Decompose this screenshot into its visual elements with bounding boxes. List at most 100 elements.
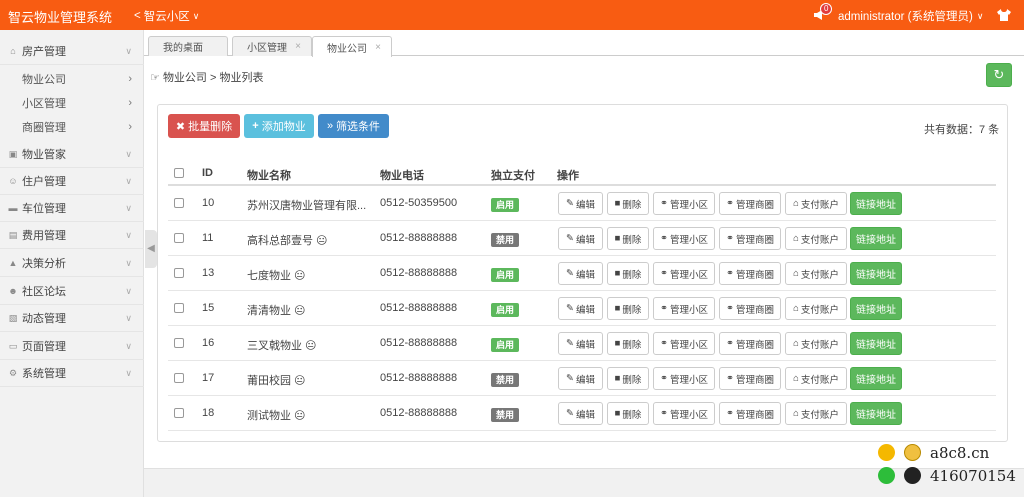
sidebar-collapse-handle[interactable]: ◀	[145, 230, 157, 268]
trash-icon: ■	[614, 198, 621, 209]
delete-button[interactable]: ■ 删除	[607, 227, 649, 250]
row-checkbox[interactable]	[174, 338, 184, 348]
button-label: 支付账户	[800, 304, 839, 316]
button-label: 管理小区	[669, 199, 708, 211]
manage-business-button[interactable]: ⚭ 管理商圈	[719, 192, 781, 215]
manage-business-button[interactable]: ⚭ 管理商圈	[719, 332, 781, 355]
pay-status-badge[interactable]: 启用	[491, 338, 519, 352]
link-address-button[interactable]: 链接地址	[850, 402, 902, 425]
cell-phone: 0512-88888888	[380, 407, 458, 419]
row-checkbox[interactable]	[174, 233, 184, 243]
sidebar-subitem-business[interactable]: 商圈管理 ›	[0, 115, 144, 139]
manage-business-button[interactable]: ⚭ 管理商圈	[719, 227, 781, 250]
bank-icon: ⌂	[793, 198, 799, 209]
edit-button[interactable]: ✎ 编辑	[558, 192, 603, 215]
sidebar-item-parking[interactable]: ▬ 车位管理 ∨	[0, 195, 144, 222]
filter-button[interactable]: » 筛选条件	[318, 114, 389, 138]
close-icon[interactable]: ×	[295, 41, 301, 52]
sidebar-subitem-community[interactable]: 小区管理 ›	[0, 91, 144, 115]
row-checkbox[interactable]	[174, 303, 184, 313]
link-icon: ⚭	[660, 373, 668, 384]
pay-status-badge[interactable]: 启用	[491, 303, 519, 317]
row-checkbox[interactable]	[174, 198, 184, 208]
edit-button[interactable]: ✎ 编辑	[558, 332, 603, 355]
refresh-button[interactable]: ↻	[986, 63, 1012, 87]
manage-business-button[interactable]: ⚭ 管理商圈	[719, 297, 781, 320]
community-switcher[interactable]: < 智云小区 ∨	[134, 8, 199, 24]
user-menu[interactable]: administrator (系统管理员) ∨	[838, 8, 983, 24]
link-address-button[interactable]: 链接地址	[850, 367, 902, 390]
button-label: 支付账户	[800, 234, 839, 246]
pay-status-badge[interactable]: 禁用	[491, 373, 519, 387]
pay-account-button[interactable]: ⌂ 支付账户	[785, 192, 847, 215]
sidebar-item-pages[interactable]: ▭ 页面管理 ∨	[0, 333, 144, 360]
sidebar-item-news[interactable]: ▧ 动态管理 ∨	[0, 305, 144, 332]
sidebar-item-fees[interactable]: ▤ 费用管理 ∨	[0, 222, 144, 249]
pay-account-button[interactable]: ⌂ 支付账户	[785, 367, 847, 390]
manage-community-button[interactable]: ⚭ 管理小区	[653, 402, 715, 425]
batch-delete-button[interactable]: ✖ 批量删除	[168, 114, 240, 138]
edit-button[interactable]: ✎ 编辑	[558, 227, 603, 250]
close-icon[interactable]: ×	[375, 42, 381, 53]
header-name: 物业名称	[247, 170, 291, 182]
sidebar-item-system[interactable]: ⚙ 系统管理 ∨	[0, 360, 144, 387]
pay-account-button[interactable]: ⌂ 支付账户	[785, 227, 847, 250]
edit-button[interactable]: ✎ 编辑	[558, 367, 603, 390]
manage-community-button[interactable]: ⚭ 管理小区	[653, 192, 715, 215]
manage-community-button[interactable]: ⚭ 管理小区	[653, 227, 715, 250]
manage-community-button[interactable]: ⚭ 管理小区	[653, 367, 715, 390]
sidebar-item-residents[interactable]: ☺ 住户管理 ∨	[0, 168, 144, 195]
pay-account-button[interactable]: ⌂ 支付账户	[785, 297, 847, 320]
header-ops: 操作	[557, 170, 579, 182]
tab-property-company[interactable]: 物业公司 ×	[312, 36, 392, 57]
delete-button[interactable]: ■ 删除	[607, 402, 649, 425]
manage-business-button[interactable]: ⚭ 管理商圈	[719, 402, 781, 425]
link-address-button[interactable]: 链接地址	[850, 192, 902, 215]
chevron-down-icon: ∨	[976, 10, 984, 21]
delete-button[interactable]: ■ 删除	[607, 192, 649, 215]
button-label: 链接地址	[856, 200, 896, 211]
row-checkbox[interactable]	[174, 373, 184, 383]
sidebar-item-butler[interactable]: ▣ 物业管家 ∨	[0, 141, 144, 168]
edit-button[interactable]: ✎ 编辑	[558, 297, 603, 320]
delete-button[interactable]: ■ 删除	[607, 297, 649, 320]
delete-button[interactable]: ■ 删除	[607, 367, 649, 390]
manage-community-button[interactable]: ⚭ 管理小区	[653, 332, 715, 355]
link-address-button[interactable]: 链接地址	[850, 227, 902, 250]
pay-status-badge[interactable]: 启用	[491, 268, 519, 282]
add-property-button[interactable]: + 添加物业	[244, 114, 314, 138]
cell-phone: 0512-88888888	[380, 302, 458, 314]
cell-id: 16	[202, 337, 215, 349]
tab-desktop[interactable]: 我的桌面	[148, 36, 228, 56]
button-label: 编辑	[575, 339, 595, 351]
sidebar-item-forum[interactable]: ☻ 社区论坛 ∨	[0, 278, 144, 305]
delete-button[interactable]: ■ 删除	[607, 332, 649, 355]
link-address-button[interactable]: 链接地址	[850, 262, 902, 285]
pay-status-badge[interactable]: 禁用	[491, 408, 519, 422]
tab-community[interactable]: 小区管理 ×	[232, 36, 312, 56]
pay-status-badge[interactable]: 禁用	[491, 233, 519, 247]
row-checkbox[interactable]	[174, 408, 184, 418]
button-label: 管理小区	[669, 269, 708, 281]
sidebar-subitem-property-company[interactable]: 物业公司 ›	[0, 67, 144, 91]
manage-business-button[interactable]: ⚭ 管理商圈	[719, 367, 781, 390]
delete-button[interactable]: ■ 删除	[607, 262, 649, 285]
pay-account-button[interactable]: ⌂ 支付账户	[785, 332, 847, 355]
edit-button[interactable]: ✎ 编辑	[558, 402, 603, 425]
select-all-checkbox[interactable]	[174, 168, 184, 178]
manage-community-button[interactable]: ⚭ 管理小区	[653, 297, 715, 320]
skin-icon[interactable]	[997, 9, 1011, 21]
edit-button[interactable]: ✎ 编辑	[558, 262, 603, 285]
pay-account-button[interactable]: ⌂ 支付账户	[785, 262, 847, 285]
row-checkbox[interactable]	[174, 268, 184, 278]
sidebar-item-house[interactable]: ⌂ 房产管理 ∨	[0, 38, 144, 65]
sidebar-item-analysis[interactable]: ▲ 决策分析 ∨	[0, 250, 144, 277]
manage-community-button[interactable]: ⚭ 管理小区	[653, 262, 715, 285]
pay-account-button[interactable]: ⌂ 支付账户	[785, 402, 847, 425]
link-address-button[interactable]: 链接地址	[850, 332, 902, 355]
link-address-button[interactable]: 链接地址	[850, 297, 902, 320]
link-icon: ⚭	[726, 303, 734, 314]
manage-business-button[interactable]: ⚭ 管理商圈	[719, 262, 781, 285]
link-icon: ⚭	[726, 408, 734, 419]
pay-status-badge[interactable]: 启用	[491, 198, 519, 212]
